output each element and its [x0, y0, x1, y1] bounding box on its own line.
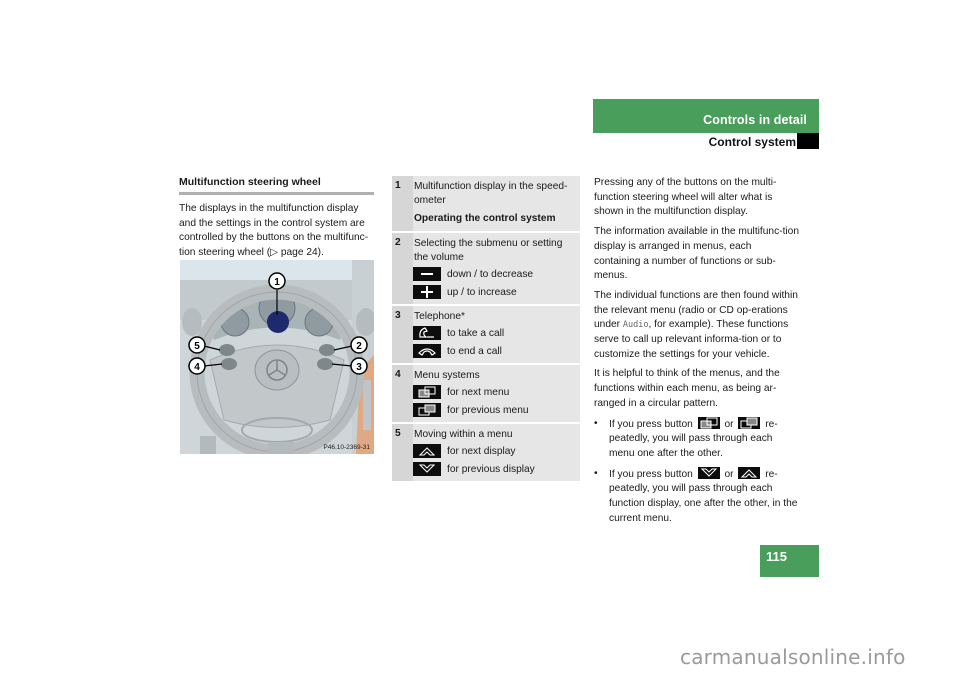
- table-row: 3 Telephone* to take a call to end a cal…: [392, 304, 580, 363]
- previous-menu-icon: [413, 403, 441, 417]
- key-entry: down / to decrease: [413, 265, 577, 283]
- figure-code: P46.10-2369-31: [323, 444, 370, 451]
- next-menu-icon: [697, 416, 720, 429]
- key-entry: to take a call: [413, 324, 577, 342]
- steering-wheel-figure: 1 2 3 4 5 P46.10-2369-31: [180, 260, 374, 454]
- bullet-dot: •: [594, 467, 598, 479]
- steering-wheel-illustration: 1 2 3 4 5: [180, 260, 374, 454]
- button-legend-table: 1 Multifunction display in the speed-ome…: [392, 176, 580, 481]
- heading-multifunction-steering-wheel: Multifunction steering wheel: [179, 176, 321, 188]
- callout-label-5: 5: [194, 341, 200, 352]
- key-entry: to end a call: [413, 342, 577, 360]
- audio-menu-term: Audio: [622, 320, 649, 331]
- down-arrow-icon: [413, 462, 441, 476]
- chapter-header-bar: Controls in detail: [593, 99, 819, 133]
- table-row: 5 Moving within a menu for next display …: [392, 422, 580, 481]
- paragraph-2: The information available in the multifu…: [594, 226, 799, 282]
- table-row: 4 Menu systems for next menu for previou…: [392, 363, 580, 422]
- phone-hangup-icon: [413, 344, 441, 358]
- paragraph-3: The individual functions are then found …: [594, 289, 799, 363]
- callout-label-4: 4: [194, 362, 200, 373]
- bullet-text-or: or: [721, 418, 737, 430]
- paragraph-4: It is helpful to think of the menus, and…: [594, 368, 780, 409]
- heading-rule: [179, 192, 374, 195]
- callout-label-1: 1: [274, 277, 280, 288]
- key-entry: up / to increase: [413, 283, 577, 301]
- bullet-item: • If you press button or re-peatedly, yo…: [594, 466, 799, 527]
- key-label: for next display: [447, 445, 516, 457]
- paragraph-1: Pressing any of the buttons on the multi…: [594, 177, 777, 218]
- key-label: to end a call: [447, 345, 502, 357]
- row-description: Menu systems: [414, 370, 480, 381]
- row-number: 5: [392, 424, 413, 481]
- key-entry: for previous menu: [413, 401, 577, 419]
- section-marker: [797, 133, 819, 149]
- minus-icon: [413, 267, 441, 281]
- down-arrow-icon: [697, 466, 720, 479]
- section-title: Control system: [708, 135, 796, 149]
- row-number: 3: [392, 306, 413, 363]
- table-row: 2 Selecting the submenu or setting the v…: [392, 231, 580, 304]
- key-label: for previous menu: [447, 404, 529, 416]
- page-number-box: 115: [760, 545, 819, 577]
- phone-pickup-icon: [413, 326, 441, 340]
- key-label: to take a call: [447, 327, 505, 339]
- callout-label-2: 2: [356, 341, 362, 352]
- bullet-text-or: or: [721, 468, 737, 480]
- key-label: for previous display: [447, 463, 535, 475]
- plus-icon: [413, 285, 441, 299]
- bullet-text-a: If you press button: [609, 468, 696, 480]
- previous-menu-icon: [738, 416, 761, 429]
- bullet-text-a: If you press button: [609, 418, 696, 430]
- key-entry: for next menu: [413, 383, 577, 401]
- page-number: 115: [766, 549, 787, 564]
- intro-paragraph: The displays in the multifunction displa…: [179, 203, 369, 258]
- row-description: Telephone*: [414, 311, 465, 322]
- row-subheading: Operating the control system: [414, 213, 556, 224]
- watermark[interactable]: carmanualsonline.info: [680, 645, 906, 669]
- key-label: down / to decrease: [447, 268, 534, 280]
- left-column: Multifunction steering wheel The display…: [179, 176, 374, 260]
- up-arrow-icon: [413, 444, 441, 458]
- chapter-title: Controls in detail: [703, 113, 807, 127]
- row-description: Multifunction display in the speed-omete…: [414, 181, 568, 206]
- key-entry: for previous display: [413, 460, 577, 478]
- next-menu-icon: [413, 385, 441, 399]
- key-entry: for next display: [413, 442, 577, 460]
- row-description: Moving within a menu: [414, 429, 513, 440]
- row-description: Selecting the submenu or setting the vol…: [414, 238, 563, 263]
- key-label: for next menu: [447, 386, 510, 398]
- bullet-item: • If you press button or re-peatedly, yo…: [594, 416, 799, 462]
- row-number: 4: [392, 365, 413, 422]
- row-number: 2: [392, 233, 413, 304]
- key-label: up / to increase: [447, 286, 517, 298]
- bullet-dot: •: [594, 417, 598, 429]
- right-column: Pressing any of the buttons on the multi…: [594, 176, 799, 531]
- row-number: 1: [392, 176, 413, 231]
- table-row: 1 Multifunction display in the speed-ome…: [392, 176, 580, 231]
- callout-label-3: 3: [356, 362, 362, 373]
- up-arrow-icon: [738, 466, 761, 479]
